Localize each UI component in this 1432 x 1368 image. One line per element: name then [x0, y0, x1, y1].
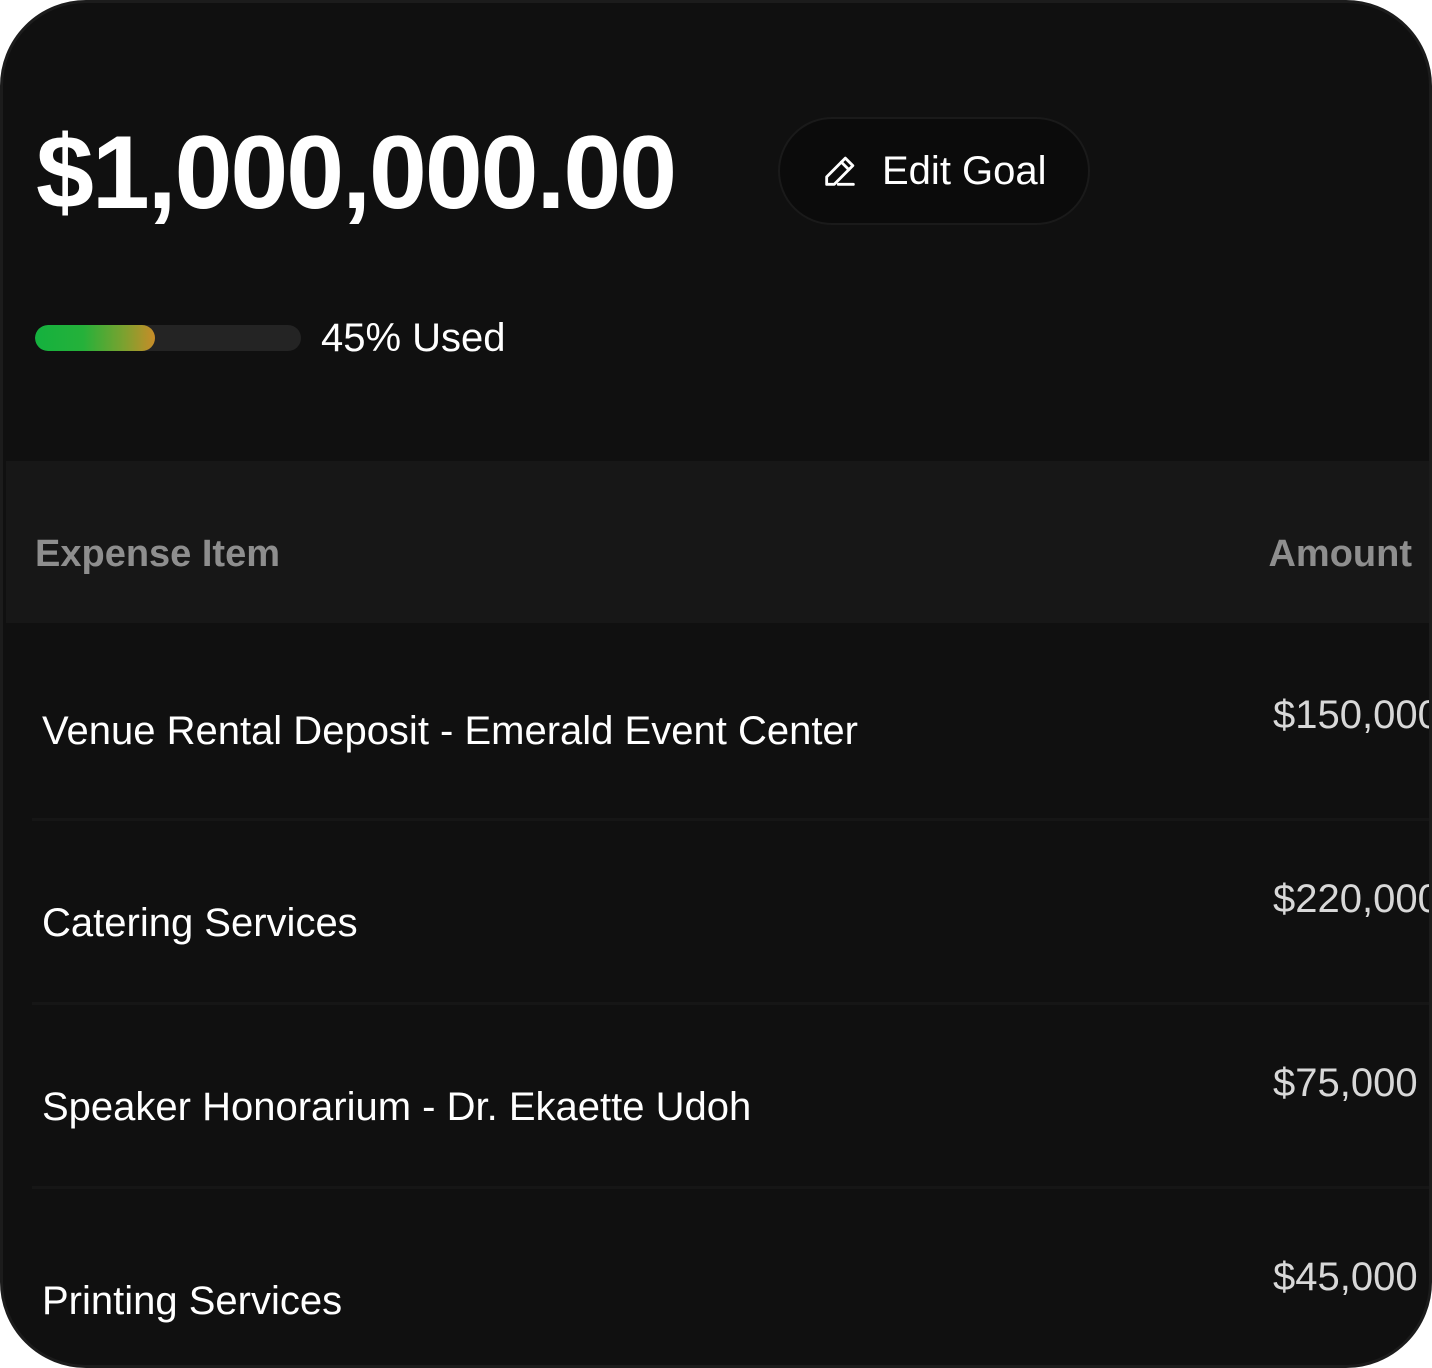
table-row[interactable]: Speaker Honorarium - Dr. Ekaette Udoh $7…: [6, 1005, 1429, 1189]
table-row[interactable]: Printing Services $45,000: [6, 1189, 1429, 1365]
expense-item-name: Printing Services: [42, 1279, 343, 1323]
edit-goal-label: Edit Goal: [882, 149, 1047, 193]
table-header: Expense Item Amount: [6, 461, 1429, 623]
column-header-expense-item: Expense Item: [35, 533, 280, 575]
budget-progress-bar: [35, 325, 301, 351]
expense-amount: $220,000: [1273, 877, 1432, 921]
progress-text: 45% Used: [321, 316, 506, 360]
table-row[interactable]: Catering Services $220,000: [6, 821, 1432, 1005]
expense-amount: $45,000: [1273, 1255, 1418, 1299]
expense-item-name: Speaker Honorarium - Dr. Ekaette Udoh: [42, 1085, 752, 1129]
goal-amount: $1,000,000.00: [36, 115, 677, 231]
expense-item-name: Venue Rental Deposit - Emerald Event Cen…: [42, 709, 858, 753]
expense-item-name: Catering Services: [42, 901, 358, 945]
edit-goal-button[interactable]: Edit Goal: [778, 117, 1090, 225]
expense-amount: $150,000: [1273, 693, 1432, 737]
pencil-icon: [820, 151, 860, 191]
table-row[interactable]: Venue Rental Deposit - Emerald Event Cen…: [6, 623, 1432, 821]
column-header-amount: Amount: [1268, 533, 1412, 575]
budget-progress-fill: [35, 325, 155, 351]
budget-card: $1,000,000.00 Edit Goal 45% Used Expense…: [0, 0, 1432, 1368]
expense-amount: $75,000: [1273, 1061, 1418, 1105]
expense-table-body: Venue Rental Deposit - Emerald Event Cen…: [6, 623, 1432, 1365]
